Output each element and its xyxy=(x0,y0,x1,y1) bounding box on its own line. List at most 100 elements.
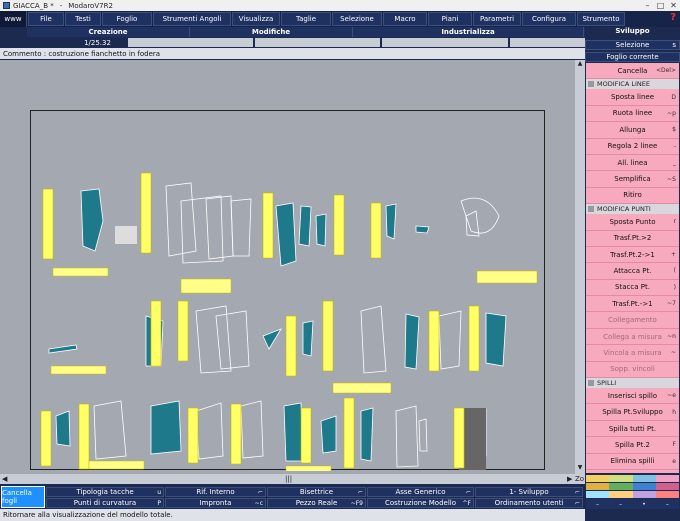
tool-sposta-linee[interactable]: Sposta linee D xyxy=(586,89,679,106)
menu-parametri[interactable]: Parametri xyxy=(473,12,521,26)
tool-trasf-pt-2-1[interactable]: Trasf.Pt.2->1 + xyxy=(586,247,679,264)
tool-spilla-pt-2[interactable]: Spilla Pt.2 F xyxy=(586,437,679,454)
drawing-canvas[interactable] xyxy=(0,60,575,474)
right-sidebar: Sviluppo Selezione s Foglio corrente Canc… xyxy=(585,27,680,521)
info-bar: 1/25.32 xyxy=(27,38,586,48)
size-tag xyxy=(262,192,274,259)
marker-sheet xyxy=(30,110,546,471)
menu-configura[interactable]: Configura xyxy=(522,12,576,26)
tool-all-linea[interactable]: All. linea _ xyxy=(586,155,679,172)
www-button[interactable]: www xyxy=(0,11,27,27)
maximize-icon[interactable]: □ xyxy=(654,0,667,11)
cancella-fogli-button[interactable]: Cancella fogli xyxy=(1,486,45,508)
tab-creazione[interactable]: Creazione xyxy=(27,27,190,37)
menu-file[interactable]: File xyxy=(28,12,64,26)
tool-semplifica[interactable]: Semplifica ~S xyxy=(586,171,679,188)
tool-shortcut: ~ xyxy=(670,349,676,357)
menu-taglie[interactable]: Taglie xyxy=(281,12,331,26)
pattern-pieces[interactable] xyxy=(31,111,546,471)
zoom-icon[interactable]: • xyxy=(642,501,646,508)
bottom-bisettrice[interactable]: Bisettrice ⌐ xyxy=(267,487,366,497)
tool-shortcut: - xyxy=(673,142,676,150)
pattern-piece xyxy=(275,202,297,267)
size-tag xyxy=(150,300,162,367)
menu-macro[interactable]: Macro xyxy=(383,12,427,26)
bottom-pezzo-reale[interactable]: Pezzo Reale ~F9 xyxy=(267,498,366,508)
prev-icon[interactable]: – xyxy=(596,501,599,508)
vertical-scrollbar[interactable]: ▲ ▼ xyxy=(575,60,585,474)
tool-label: Regola 2 linee xyxy=(607,142,658,151)
scroll-right-icon[interactable]: ▶ xyxy=(567,475,572,483)
tool-elimina-spilli[interactable]: Elimina spilli e xyxy=(586,454,679,470)
selezione-button[interactable]: Selezione s xyxy=(585,40,680,50)
close-icon[interactable]: ✕ xyxy=(667,0,680,11)
scroll-left-icon[interactable]: ◀ xyxy=(2,475,7,483)
menu-selezione[interactable]: Selezione xyxy=(332,12,382,26)
scroll-up-icon[interactable]: ▲ xyxy=(575,60,585,70)
pattern-piece xyxy=(55,410,71,447)
tool-ruota-linee[interactable]: Ruota linee ~p xyxy=(586,106,679,123)
section-icon xyxy=(588,81,594,88)
size-tag xyxy=(468,305,480,372)
pattern-piece xyxy=(165,182,197,257)
bottom-ordinamento-utenti[interactable]: Ordinamento utenti ⌐ xyxy=(475,498,583,508)
tool-sposta-punto[interactable]: Sposta Punto r xyxy=(586,214,679,231)
menu-foglio[interactable]: Foglio xyxy=(102,12,152,26)
bottom-tipologia-tacche[interactable]: Tipologia tacche u xyxy=(46,487,164,497)
pattern-piece xyxy=(150,400,182,455)
bottom-punti-di-curvatura[interactable]: Punti di curvatura P xyxy=(46,498,164,508)
size-tag xyxy=(428,310,440,372)
bottom-1-sviluppo[interactable]: 1- Sviluppo ⌐ xyxy=(475,487,583,497)
menu-strumenti-angoli[interactable]: Strumenti Angoli xyxy=(153,12,231,26)
menu-piani[interactable]: Piani xyxy=(428,12,472,26)
menu-testi[interactable]: Testi xyxy=(65,12,101,26)
tool-shortcut: F xyxy=(672,441,676,449)
scroll-thumb[interactable]: ||| xyxy=(285,475,292,483)
next-icon[interactable]: – xyxy=(666,501,669,508)
piece-label xyxy=(50,365,107,375)
tool-spilla-pt-sviluppo[interactable]: Spilla Pt.Sviluppo h xyxy=(586,404,679,421)
sviluppo-header[interactable]: Sviluppo xyxy=(585,27,680,38)
size-tag xyxy=(370,202,382,259)
tool-regola-2-linee[interactable]: Regola 2 linee - xyxy=(586,139,679,155)
bottom-costruzione-modello[interactable]: Costruzione Modello ^F xyxy=(367,498,474,508)
tool-spilla-tutti-pt-[interactable]: Spilla tutti Pt. xyxy=(586,421,679,438)
zoom-label[interactable]: Zo xyxy=(575,475,584,483)
tool-allunga[interactable]: Allunga $ xyxy=(586,122,679,139)
section-label: MODIFICA LINEE xyxy=(597,80,650,89)
bottom-label: 1- Sviluppo xyxy=(509,488,549,496)
tool-shortcut: + xyxy=(670,251,676,259)
size-tag xyxy=(343,397,355,469)
bottom-rif-interno[interactable]: Rif. Interno ⌐ xyxy=(165,487,266,497)
horizontal-scrollbar[interactable]: ◀ ||| ▶ Zo xyxy=(0,474,585,484)
help-icon[interactable]: ? xyxy=(670,12,676,23)
tool-inserisci-spillo[interactable]: Inserisci spillo ~e xyxy=(586,388,679,405)
window-title: GIACCA_B * xyxy=(13,1,54,10)
tool-collega-a-misura: Collega a misura ~n xyxy=(586,329,679,346)
pattern-piece xyxy=(360,407,374,462)
tool-trasf-pt-1[interactable]: Trasf.Pt.->1 ~7 xyxy=(586,296,679,313)
tool-label: Allunga xyxy=(619,125,646,134)
tool-label: Attacca Pt. xyxy=(613,266,652,275)
menu-visualizza[interactable]: Visualizza xyxy=(232,12,280,26)
pattern-piece xyxy=(404,313,420,370)
tab-industrializza[interactable]: Industrializza xyxy=(353,27,584,37)
menu-strumento[interactable]: Strumento xyxy=(577,12,625,26)
bottom-shortcut: ^F xyxy=(462,499,471,507)
section-label: MODIFICA PUNTI xyxy=(597,205,651,214)
tool-stacca-pt-[interactable]: Stacca Pt.) xyxy=(586,280,679,297)
tool-sopp-vincoli: Sopp. vincoli xyxy=(586,362,679,379)
scroll-down-icon[interactable]: ▼ xyxy=(575,464,585,474)
bottom-asse-generico[interactable]: Asse Generico ⌐ xyxy=(367,487,474,497)
size-tag xyxy=(187,407,199,464)
tool-shortcut: _ xyxy=(673,159,676,167)
minimize-icon[interactable]: – xyxy=(641,0,654,11)
piece-label xyxy=(476,270,538,284)
tool-trasf-pt-2[interactable]: Trasf.Pt.>2 xyxy=(586,231,679,247)
bottom-impronta[interactable]: Impronta ~c xyxy=(165,498,266,508)
tab-modifiche[interactable]: Modifiche xyxy=(190,27,353,37)
tool-ritiro[interactable]: Ritiro xyxy=(586,188,679,205)
nav-icon[interactable]: – xyxy=(619,501,622,508)
tool-cancella[interactable]: Cancella <Del> xyxy=(586,63,679,80)
tool-attacca-pt-[interactable]: Attacca Pt. ( xyxy=(586,263,679,280)
